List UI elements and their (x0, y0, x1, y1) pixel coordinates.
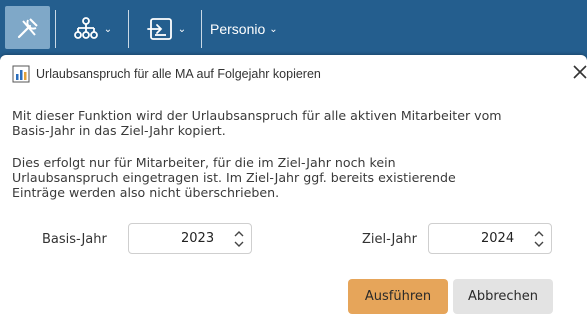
chevron-down-icon: ⌄ (177, 23, 187, 35)
tools-button[interactable] (5, 6, 50, 49)
toolbar-separator (128, 10, 129, 48)
copy-vacation-dialog: Urlaubsanspruch für alle MA auf Folgejah… (0, 55, 587, 324)
run-button[interactable]: Ausführen (348, 279, 448, 314)
org-tree-button[interactable]: ⌄ (66, 12, 118, 46)
target-year-value: 2024 (481, 231, 515, 246)
description-paragraph-2: Dies erfolgt nur für Mitarbeiter, für di… (12, 155, 580, 200)
org-tree-icon (73, 17, 98, 39)
base-year-value: 2023 (181, 231, 215, 246)
target-year-label: Ziel-Jahr (362, 232, 417, 247)
description-line: Basis-Jahr in das Ziel-Jahr kopiert. (12, 123, 226, 138)
close-icon (573, 65, 587, 79)
personio-menu[interactable]: Personio ⌄ (210, 14, 278, 44)
toolbar-separator (55, 10, 56, 48)
spin-arrows-icon[interactable] (533, 228, 545, 250)
personio-menu-label: Personio (210, 21, 266, 37)
toolbar-separator (201, 10, 202, 48)
cancel-button[interactable]: Abbrechen (453, 279, 553, 314)
description-line: Dies erfolgt nur für Mitarbeiter, für di… (12, 155, 396, 170)
target-year-stepper[interactable]: 2024 (428, 223, 552, 254)
dialog-title: Urlaubsanspruch für alle MA auf Folgejah… (36, 67, 321, 81)
chart-icon (12, 65, 30, 83)
base-year-stepper[interactable]: 2023 (128, 223, 252, 254)
spin-arrows-icon[interactable] (233, 228, 245, 250)
description-paragraph-1: Mit dieser Funktion wird der Urlaubsansp… (12, 108, 580, 138)
description-line: Einträge werden also nicht überschrieben… (12, 185, 280, 200)
base-year-label: Basis-Jahr (42, 232, 107, 247)
app-toolbar: ⌄ ⌄ Personio ⌄ (0, 0, 587, 60)
chevron-down-icon: ⌄ (269, 23, 278, 35)
chevron-down-icon: ⌄ (103, 23, 113, 35)
close-button[interactable] (569, 61, 587, 83)
description-line: Urlaubsanspruch eingetragen ist. Im Ziel… (12, 170, 456, 185)
import-button[interactable]: ⌄ (140, 12, 192, 46)
import-icon (146, 18, 172, 40)
description-line: Mit dieser Funktion wird der Urlaubsansp… (12, 108, 502, 123)
tools-icon (17, 17, 38, 38)
